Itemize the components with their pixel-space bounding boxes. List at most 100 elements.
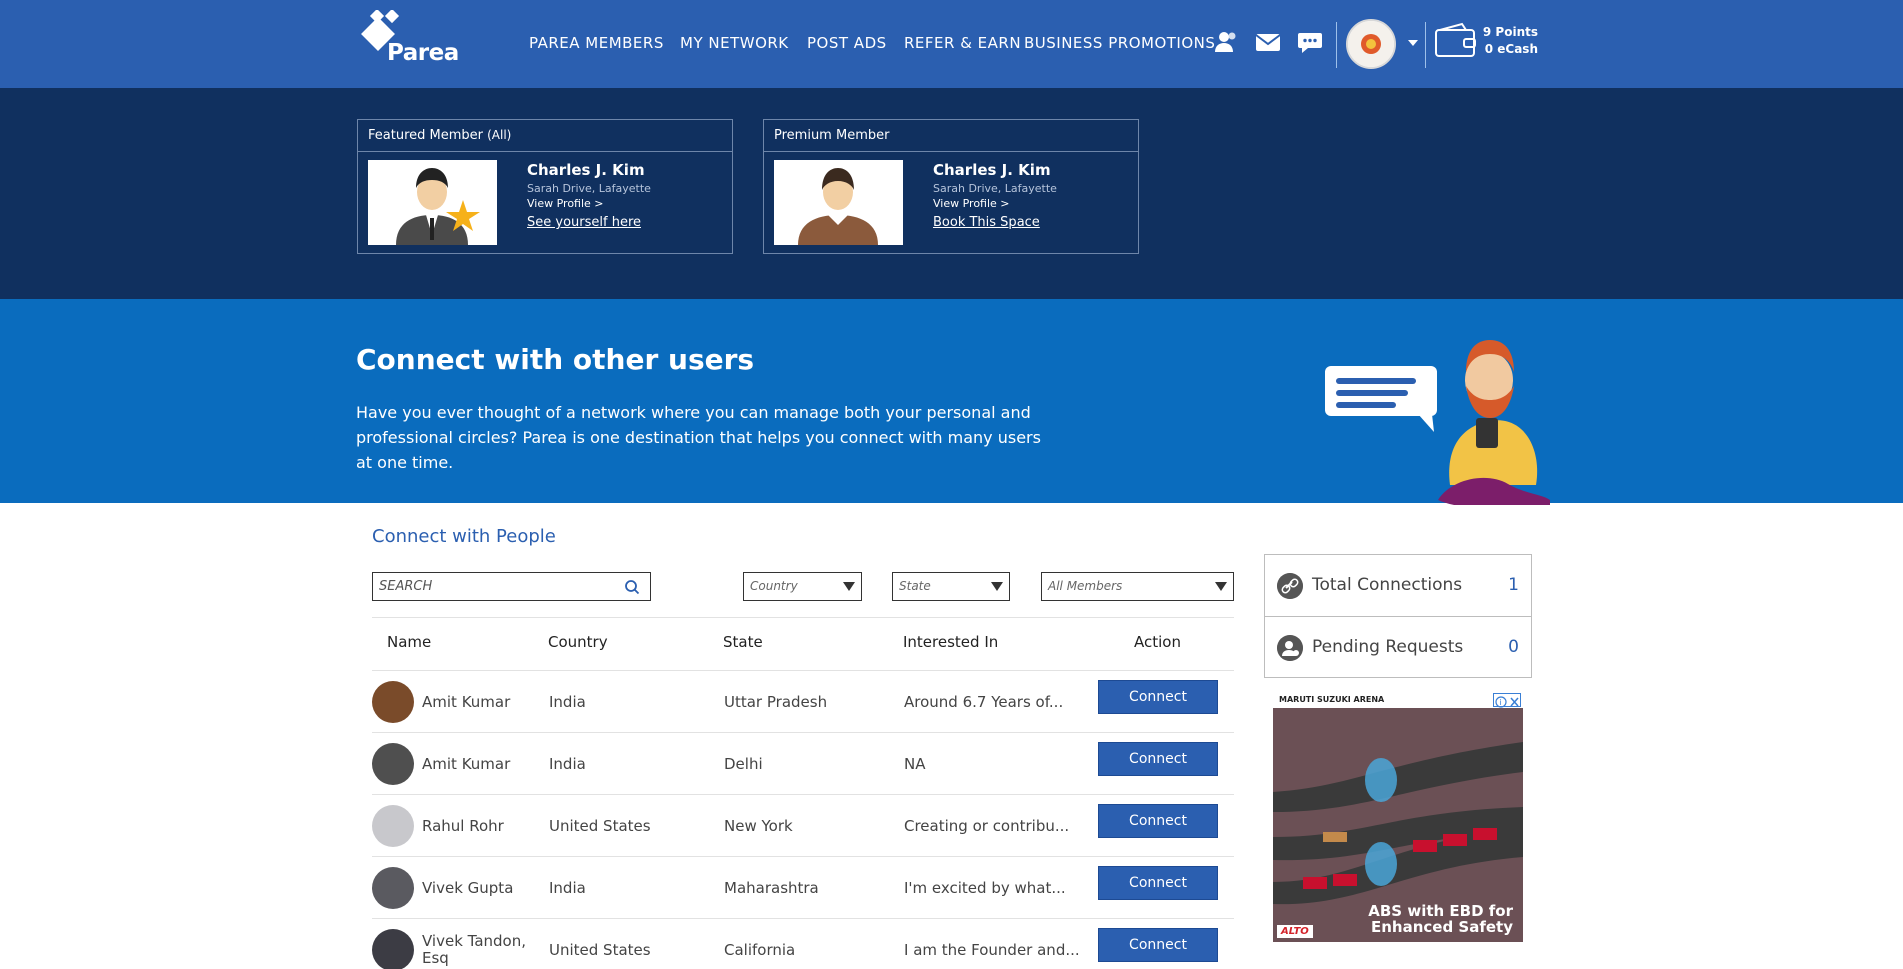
ad-product-logo: ALTO <box>1277 925 1313 938</box>
featured-heading-label: Featured Member <box>368 128 483 143</box>
connect-button[interactable]: Connect <box>1098 866 1218 900</box>
premium-member-heading: Premium Member <box>764 120 1138 152</box>
member-name[interactable]: Amit Kumar <box>422 755 510 773</box>
total-connections-label: Total Connections <box>1312 575 1463 595</box>
premium-member-name[interactable]: Charles J. Kim <box>933 161 1051 179</box>
wallet-icon[interactable] <box>1434 22 1478 60</box>
featured-view-profile-link[interactable]: View Profile > <box>527 197 604 210</box>
premium-view-profile-link[interactable]: View Profile > <box>933 197 1010 210</box>
hero-illustration <box>1325 340 1550 505</box>
logo-text[interactable]: Parea <box>387 40 459 66</box>
see-yourself-here-link[interactable]: See yourself here <box>527 215 641 230</box>
ad-tagline-line1: ABS with EBD for <box>1368 902 1513 920</box>
wallet-ecash: 0 eCash <box>1484 42 1538 56</box>
featured-member-heading: Featured Member (All) <box>358 120 732 152</box>
connections-summary: Total Connections 1 Pending Requests 0 <box>1264 554 1532 678</box>
avatar-image <box>1348 21 1394 67</box>
members-select-value: All Members <box>1048 579 1123 593</box>
featured-member-card: Featured Member (All) Charles J. Kim Sar… <box>357 119 733 254</box>
member-interest: Creating or contribu... <box>904 817 1070 835</box>
total-connections-row[interactable]: Total Connections 1 <box>1265 555 1531 616</box>
column-header-action: Action <box>1134 633 1181 651</box>
members-select[interactable]: All Members <box>1041 572 1234 601</box>
avatar[interactable] <box>372 805 414 847</box>
ad-tagline-line2: Enhanced Safety <box>1370 918 1513 936</box>
friends-icon[interactable] <box>1212 28 1240 56</box>
hero-title: Connect with other users <box>356 343 755 376</box>
nav-business-promotions[interactable]: BUSINESS PROMOTIONS <box>1024 34 1215 54</box>
chevron-down-icon <box>843 582 855 591</box>
chevron-down-icon <box>1215 582 1227 591</box>
search-icon[interactable] <box>624 579 640 595</box>
advertisement-banner[interactable]: MARUTI SUZUKI ARENA i ABS with EBD for E… <box>1273 692 1523 942</box>
avatar[interactable] <box>372 743 414 785</box>
chevron-down-icon <box>991 582 1003 591</box>
premium-member-photo[interactable] <box>774 160 903 245</box>
table-divider <box>372 617 1234 618</box>
featured-member-address: Sarah Drive, Lafayette <box>527 182 651 195</box>
table-row: Rahul Rohr United States New York Creati… <box>372 794 1234 856</box>
country-select-value: Country <box>750 579 798 593</box>
connect-button[interactable]: Connect <box>1098 680 1218 714</box>
search-field[interactable] <box>372 572 651 601</box>
nav-parea-members[interactable]: PAREA MEMBERS <box>529 34 664 54</box>
table-row: Amit Kumar India Uttar Pradesh Around 6.… <box>372 670 1234 732</box>
member-state: Delhi <box>724 755 763 773</box>
country-select[interactable]: Country <box>743 572 862 601</box>
connect-button[interactable]: Connect <box>1098 928 1218 962</box>
table-row: Vivek Tandon, Esq United States Californ… <box>372 918 1234 969</box>
nav-my-network[interactable]: MY NETWORK <box>680 34 789 54</box>
table-row: Vivek Gupta India Maharashtra I'm excite… <box>372 856 1234 918</box>
member-country: India <box>549 879 586 897</box>
member-state: New York <box>724 817 793 835</box>
member-country: India <box>549 755 586 773</box>
table-row: Amit Kumar India Delhi NA Connect <box>372 732 1234 794</box>
state-select-value: State <box>899 579 931 593</box>
premium-member-card: Premium Member Charles J. Kim Sarah Driv… <box>763 119 1139 254</box>
member-name[interactable]: Vivek Tandon, Esq <box>422 933 532 967</box>
featured-member-name[interactable]: Charles J. Kim <box>527 161 645 179</box>
member-country: India <box>549 693 586 711</box>
featured-member-photo[interactable] <box>368 160 497 245</box>
header-divider <box>1336 22 1337 68</box>
mail-icon[interactable] <box>1254 28 1282 56</box>
member-interest: I'm excited by what... <box>904 879 1066 897</box>
chat-icon[interactable] <box>1296 28 1324 56</box>
profile-dropdown-caret[interactable] <box>1408 40 1418 46</box>
member-state: Maharashtra <box>724 879 819 897</box>
avatar[interactable] <box>372 681 414 723</box>
connect-button[interactable]: Connect <box>1098 804 1218 838</box>
ad-tagline: ABS with EBD for Enhanced Safety <box>1368 903 1513 935</box>
pending-user-icon <box>1277 635 1303 661</box>
premium-heading-label: Premium Member <box>774 128 890 143</box>
avatar[interactable] <box>372 929 414 969</box>
link-icon <box>1277 573 1303 599</box>
column-header-interested-in: Interested In <box>903 633 999 651</box>
avatar[interactable] <box>372 867 414 909</box>
featured-heading-filter[interactable]: (All) <box>487 128 511 142</box>
premium-member-address: Sarah Drive, Lafayette <box>933 182 1057 195</box>
column-header-state: State <box>723 633 763 651</box>
member-state: California <box>724 941 796 959</box>
state-select[interactable]: State <box>892 572 1010 601</box>
wallet-points: 9 Points <box>1482 25 1538 39</box>
nav-post-ads[interactable]: POST ADS <box>807 34 887 54</box>
member-name[interactable]: Vivek Gupta <box>422 879 513 897</box>
total-connections-count: 1 <box>1508 575 1519 595</box>
pending-requests-row[interactable]: Pending Requests 0 <box>1265 616 1531 677</box>
column-header-country: Country <box>548 633 608 651</box>
search-input[interactable] <box>373 573 613 600</box>
pending-requests-count: 0 <box>1508 637 1519 657</box>
header-divider <box>1425 22 1426 68</box>
member-interest: I am the Founder and... <box>904 941 1080 959</box>
hero-description: Have you ever thought of a network where… <box>356 403 1041 472</box>
member-interest: NA <box>904 755 926 773</box>
book-this-space-link[interactable]: Book This Space <box>933 215 1040 230</box>
column-header-name: Name <box>387 633 432 651</box>
member-name[interactable]: Rahul Rohr <box>422 817 504 835</box>
member-country: United States <box>549 817 651 835</box>
member-name[interactable]: Amit Kumar <box>422 693 510 711</box>
connect-button[interactable]: Connect <box>1098 742 1218 776</box>
profile-avatar[interactable] <box>1346 19 1396 69</box>
nav-refer-earn[interactable]: REFER & EARN <box>904 34 1021 54</box>
